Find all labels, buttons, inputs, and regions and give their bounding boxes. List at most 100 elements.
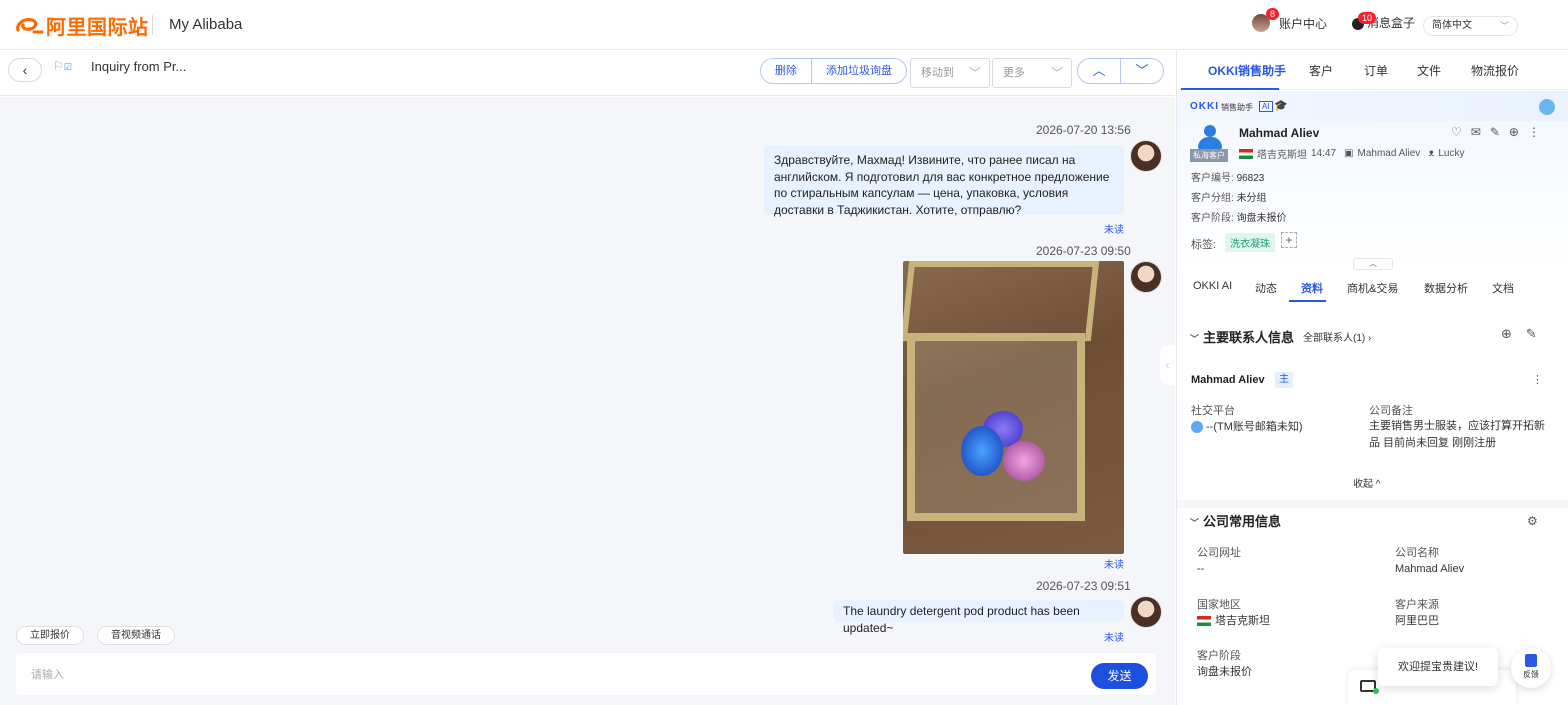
chevron-down-icon: ﹀ xyxy=(1050,66,1063,80)
source-value: 阿里巴巴 xyxy=(1395,615,1439,627)
customer-country: 塔吉克斯坦 xyxy=(1257,150,1307,161)
subtab-profile[interactable]: 资料 xyxy=(1301,280,1323,296)
region-label: 国家地区 xyxy=(1197,599,1241,611)
tab-files[interactable]: 文件 xyxy=(1417,62,1441,79)
alibaba-logo[interactable]: 阿里国际站 xyxy=(14,12,149,39)
message-bubble[interactable]: Здравствуйте, Махмад! Извините, что ране… xyxy=(764,145,1124,217)
message-timestamp: 2026-07-23 09:50 xyxy=(1036,244,1131,258)
edit-icon[interactable]: ✎ xyxy=(1526,326,1537,342)
subtab-deals[interactable]: 商机&交易 xyxy=(1347,280,1398,296)
add-circle-icon[interactable]: ⊕ xyxy=(1501,326,1512,342)
tab-orders[interactable]: 订单 xyxy=(1364,62,1388,79)
all-contacts-link[interactable]: 全部联系人(1) › xyxy=(1303,329,1371,344)
site-title[interactable]: My Alibaba xyxy=(169,16,242,33)
customer-group-label: 客户分组: xyxy=(1191,193,1234,204)
subtab-analytics[interactable]: 数据分析 xyxy=(1424,280,1468,296)
customer-group-row: 客户分组: 未分组 xyxy=(1191,189,1267,204)
send-button[interactable]: 发送 xyxy=(1091,663,1148,689)
customer-id-row: 客户编号: 96823 xyxy=(1191,169,1264,184)
primary-contact-title: 主要联系人信息 xyxy=(1203,330,1295,345)
account-label: 账户中心 xyxy=(1279,16,1328,31)
company-note-label: 公司备注 xyxy=(1369,405,1413,417)
panel-collapse-handle[interactable]: ‹ xyxy=(1160,345,1175,385)
chevron-up-icon: ︿ xyxy=(1369,259,1377,268)
move-to-select[interactable]: 移动到 ﹀ xyxy=(910,58,990,88)
subtab-okki-ai[interactable]: OKKI AI xyxy=(1193,280,1232,292)
support-icon[interactable] xyxy=(1539,99,1555,115)
message-input-placeholder: 请输入 xyxy=(31,669,64,681)
laundry-pods-photo[interactable] xyxy=(903,261,1124,554)
account-center[interactable]: 8 账户中心 xyxy=(1252,8,1328,32)
alibaba-logo-icon xyxy=(16,18,44,34)
active-subtab-indicator xyxy=(1289,300,1326,302)
back-button[interactable]: ‹ xyxy=(8,58,42,82)
tags-label: 标签: xyxy=(1191,239,1217,251)
tab-logistics-quote[interactable]: 物流报价 xyxy=(1471,62,1519,79)
add-circle-icon[interactable]: ⊕ xyxy=(1509,125,1519,139)
social-platform-icon xyxy=(1191,421,1203,434)
right-panel: OKKI销售助手 客户 订单 文件 物流报价 OKKI 销售助手 AI 🎓 私海… xyxy=(1176,50,1568,705)
quick-quote-button[interactable]: 立即报价 xyxy=(16,626,84,645)
more-icon[interactable]: ⋮ xyxy=(1528,125,1540,139)
customer-id-value: 96823 xyxy=(1236,173,1265,184)
sender-avatar xyxy=(1130,596,1162,628)
gear-icon[interactable]: ⚙ xyxy=(1527,514,1538,528)
primary-contact-section-title[interactable]: ﹀ 主要联系人信息 xyxy=(1190,327,1294,346)
chevron-down-icon: ﹀ xyxy=(1190,518,1200,528)
flag-icon[interactable]: ⚐☑ xyxy=(53,59,72,73)
language-select[interactable]: 简体中文 ﹀ xyxy=(1423,16,1518,36)
message-bubble[interactable]: The laundry detergent pod product has be… xyxy=(833,600,1124,635)
more-select[interactable]: 更多 ﹀ xyxy=(992,58,1072,88)
customer-id-label: 客户编号: xyxy=(1191,173,1234,184)
company-name-label: 公司名称 xyxy=(1395,547,1439,559)
chevron-down-icon: ﹀ xyxy=(968,66,981,80)
message-timestamp: 2026-07-20 13:56 xyxy=(1036,123,1131,137)
contact-card-icon: ▣ xyxy=(1344,148,1354,159)
mail-icon[interactable]: ✉ xyxy=(1471,125,1481,139)
sender-avatar xyxy=(1130,261,1162,293)
heart-icon[interactable]: ♡ xyxy=(1451,125,1462,139)
okki-subtitle: 销售助手 xyxy=(1221,103,1253,112)
contact-name[interactable]: Mahmad Aliev xyxy=(1191,374,1265,386)
delete-button[interactable]: 删除 xyxy=(761,59,811,83)
customer-meta: 塔吉克斯坦 14:47 ▣ Mahmad Aliev ᴥ Lucky xyxy=(1239,146,1465,161)
chevron-right-icon: › xyxy=(1368,333,1372,344)
company-info-title: 公司常用信息 xyxy=(1203,514,1282,529)
chat-header: ‹ ⚐☑ Inquiry from Pr... 删除 添加垃圾询盘 移动到 ﹀ … xyxy=(0,50,1175,96)
edit-icon[interactable]: ✎ xyxy=(1490,125,1500,139)
move-to-placeholder: 移动到 xyxy=(921,67,954,79)
feedback-button[interactable]: 反馈 xyxy=(1511,648,1551,688)
previous-button[interactable]: ︿ xyxy=(1078,59,1120,83)
add-spam-button[interactable]: 添加垃圾询盘 xyxy=(811,59,906,83)
suggestion-toast[interactable]: 欢迎提宝贵建议! xyxy=(1378,648,1498,686)
company-info-section-title[interactable]: ﹀ 公司常用信息 xyxy=(1190,511,1281,530)
all-contacts-label: 全部联系人(1) xyxy=(1303,333,1366,344)
region-text: 塔吉克斯坦 xyxy=(1215,615,1270,627)
customer-name[interactable]: Mahmad Aliev xyxy=(1239,126,1319,140)
subtab-activity[interactable]: 动态 xyxy=(1255,280,1277,296)
section-divider xyxy=(1177,500,1568,508)
video-call-button[interactable]: 音视频通话 xyxy=(97,626,175,645)
subtab-documents[interactable]: 文档 xyxy=(1492,280,1514,296)
add-tag-button[interactable]: + xyxy=(1281,232,1297,248)
more-icon[interactable]: ⋮ xyxy=(1532,373,1543,386)
chevron-left-icon: ‹ xyxy=(1165,358,1170,372)
message-nav-group: ︿ ﹀ xyxy=(1077,58,1164,84)
chevron-down-icon: ﹀ xyxy=(1135,63,1149,78)
contact-section-actions: ⊕ ✎ xyxy=(1501,326,1537,342)
tab-okki-assistant[interactable]: OKKI销售助手 xyxy=(1208,62,1286,79)
collapse-link[interactable]: 收起 ^ xyxy=(1353,475,1380,490)
inbox[interactable]: 10 消息盒子 xyxy=(1352,11,1415,31)
collapse-card-button[interactable]: ︿ xyxy=(1353,258,1393,270)
next-button[interactable]: ﹀ xyxy=(1120,59,1163,83)
message-input[interactable]: 请输入 xyxy=(16,653,1156,695)
account-badge: 8 xyxy=(1265,8,1279,20)
company-name-value: Mahmad Aliev xyxy=(1395,563,1465,575)
social-platform-text: --(TM账号邮箱未知) xyxy=(1206,421,1303,433)
company-stage-label: 客户阶段 xyxy=(1197,650,1241,662)
tab-customer[interactable]: 客户 xyxy=(1309,62,1333,79)
customer-tag[interactable]: 洗衣凝珠 xyxy=(1225,233,1275,252)
graduation-cap-icon[interactable]: 🎓 xyxy=(1274,99,1288,112)
primary-tag: 主 xyxy=(1275,372,1293,388)
more-placeholder: 更多 xyxy=(1003,67,1025,79)
